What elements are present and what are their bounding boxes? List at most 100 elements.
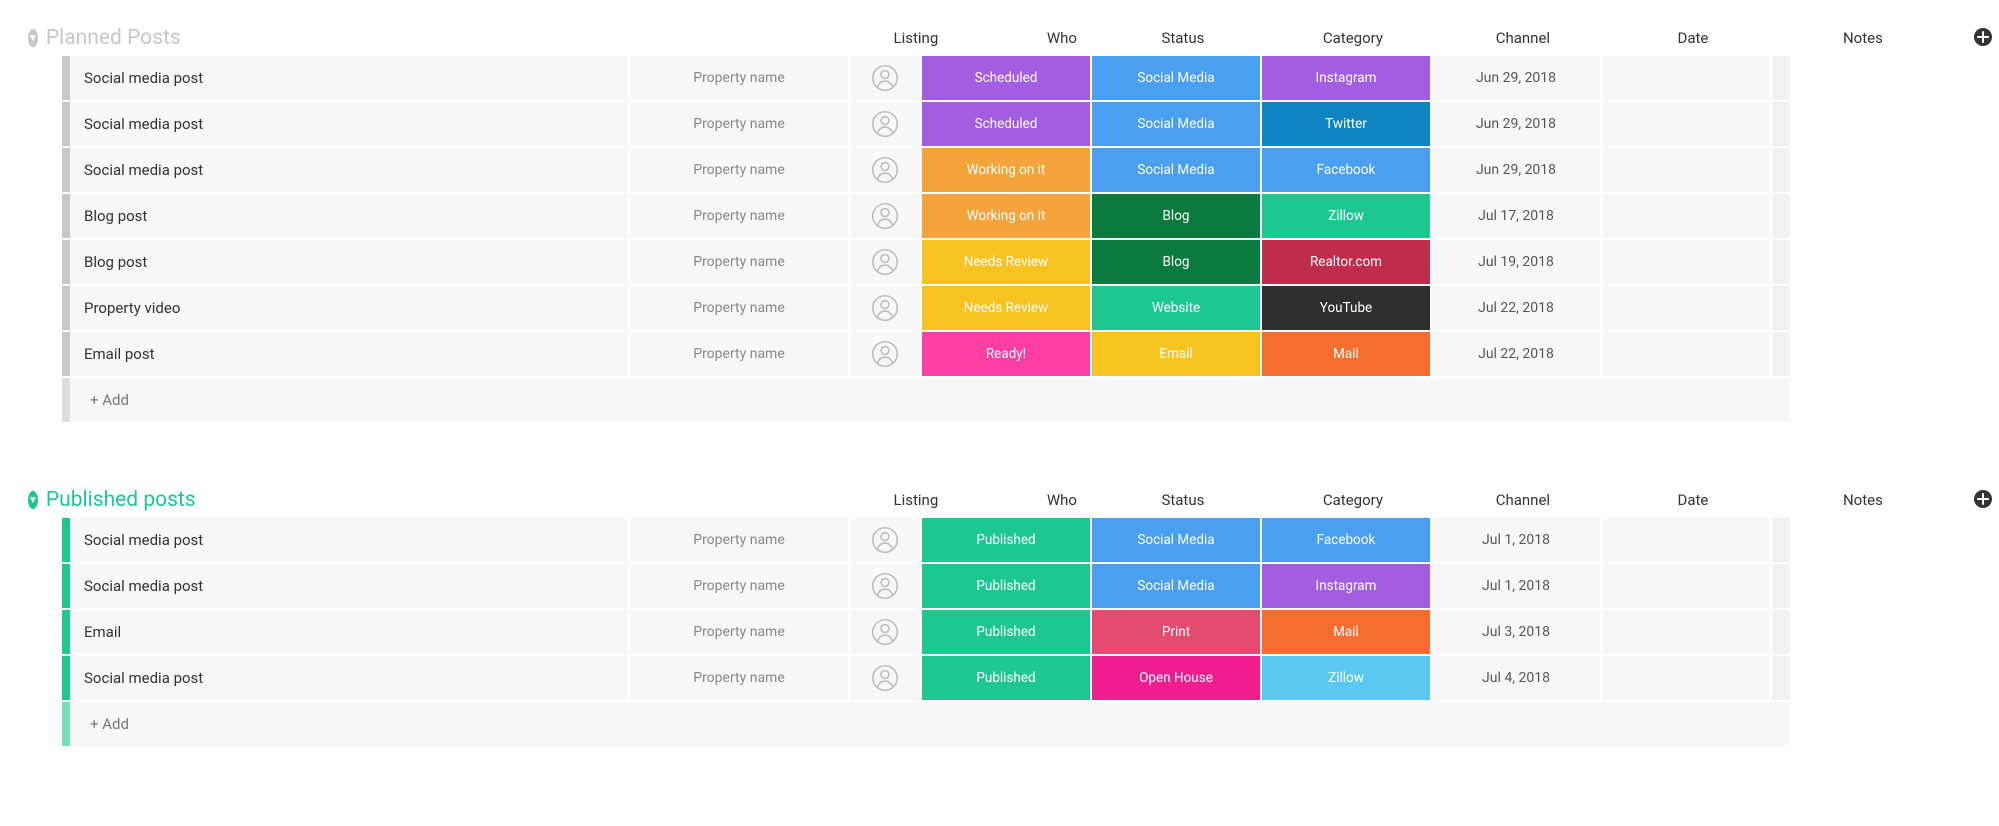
- cell-who[interactable]: [850, 148, 922, 192]
- cell-status[interactable]: Scheduled: [922, 56, 1092, 100]
- cell-listing[interactable]: Property name: [630, 286, 850, 330]
- cell-notes[interactable]: [1602, 102, 1772, 146]
- cell-who[interactable]: [850, 102, 922, 146]
- cell-who[interactable]: [850, 564, 922, 608]
- cell-name[interactable]: Blog post: [70, 240, 630, 284]
- cell-category[interactable]: Social Media: [1092, 56, 1262, 100]
- cell-status[interactable]: Published: [922, 518, 1092, 562]
- cell-status[interactable]: Needs Review: [922, 286, 1092, 330]
- cell-name[interactable]: Social media post: [70, 564, 630, 608]
- cell-status[interactable]: Working on it: [922, 148, 1092, 192]
- col-header-category[interactable]: Category: [1268, 29, 1438, 47]
- add-row-label[interactable]: + Add: [70, 702, 1792, 746]
- cell-channel[interactable]: Mail: [1262, 610, 1432, 654]
- cell-name[interactable]: Property video: [70, 286, 630, 330]
- col-header-category[interactable]: Category: [1268, 491, 1438, 509]
- cell-listing[interactable]: Property name: [630, 194, 850, 238]
- cell-name[interactable]: Email: [70, 610, 630, 654]
- add-row-label[interactable]: + Add: [70, 378, 1792, 422]
- cell-status[interactable]: Published: [922, 656, 1092, 700]
- cell-channel[interactable]: Realtor.com: [1262, 240, 1432, 284]
- table-row[interactable]: Blog postProperty nameNeeds ReviewBlogRe…: [62, 240, 1989, 284]
- cell-category[interactable]: Social Media: [1092, 518, 1262, 562]
- cell-listing[interactable]: Property name: [630, 610, 850, 654]
- cell-channel[interactable]: Instagram: [1262, 564, 1432, 608]
- table-row[interactable]: Social media postProperty name PublishedS…: [62, 564, 1989, 608]
- cell-who[interactable]: [850, 194, 922, 238]
- cell-category[interactable]: Website: [1092, 286, 1262, 330]
- cell-status[interactable]: Scheduled: [922, 102, 1092, 146]
- collapse-icon[interactable]: ▼: [28, 491, 38, 509]
- col-header-channel[interactable]: Channel: [1438, 491, 1608, 509]
- cell-name[interactable]: Social media post: [70, 518, 630, 562]
- table-row[interactable]: EmailProperty namePublishedPrintMailJul …: [62, 610, 1989, 654]
- cell-who[interactable]: [850, 286, 922, 330]
- cell-category[interactable]: Blog: [1092, 194, 1262, 238]
- group-title[interactable]: Planned Posts: [46, 26, 246, 50]
- col-header-notes[interactable]: Notes: [1778, 491, 1948, 509]
- add-column-button[interactable]: [1968, 27, 1998, 49]
- cell-channel[interactable]: Twitter: [1262, 102, 1432, 146]
- cell-name[interactable]: Social media post: [70, 656, 630, 700]
- col-header-channel[interactable]: Channel: [1438, 29, 1608, 47]
- cell-date[interactable]: Jul 3, 2018: [1432, 610, 1602, 654]
- cell-name[interactable]: Blog post: [70, 194, 630, 238]
- cell-date[interactable]: Jun 29, 2018: [1432, 102, 1602, 146]
- cell-category[interactable]: Social Media: [1092, 102, 1262, 146]
- cell-name[interactable]: Social media post: [70, 56, 630, 100]
- collapse-icon[interactable]: ▼: [28, 29, 38, 47]
- cell-notes[interactable]: [1602, 610, 1772, 654]
- col-header-listing[interactable]: Listing: [806, 491, 1026, 509]
- cell-notes[interactable]: [1602, 656, 1772, 700]
- cell-who[interactable]: [850, 56, 922, 100]
- col-header-who[interactable]: Who: [1026, 29, 1098, 47]
- add-row[interactable]: + Add: [62, 378, 1989, 422]
- table-row[interactable]: Email postProperty nameReady!EmailMailJu…: [62, 332, 1989, 376]
- cell-channel[interactable]: Facebook: [1262, 518, 1432, 562]
- cell-status[interactable]: Working on it: [922, 194, 1092, 238]
- cell-listing[interactable]: Property name: [630, 56, 850, 100]
- col-header-notes[interactable]: Notes: [1778, 29, 1948, 47]
- cell-channel[interactable]: Facebook: [1262, 148, 1432, 192]
- add-row[interactable]: + Add: [62, 702, 1989, 746]
- cell-notes[interactable]: [1602, 564, 1772, 608]
- cell-status[interactable]: Published: [922, 564, 1092, 608]
- col-header-listing[interactable]: Listing: [806, 29, 1026, 47]
- cell-category[interactable]: Email: [1092, 332, 1262, 376]
- table-row[interactable]: Property videoProperty name Needs ReviewW…: [62, 286, 1989, 330]
- cell-date[interactable]: Jul 4, 2018: [1432, 656, 1602, 700]
- cell-name[interactable]: Social media post: [70, 148, 630, 192]
- cell-listing[interactable]: Property name: [630, 564, 850, 608]
- col-header-date[interactable]: Date: [1608, 29, 1778, 47]
- cell-category[interactable]: Social Media: [1092, 564, 1262, 608]
- cell-category[interactable]: Blog: [1092, 240, 1262, 284]
- cell-listing[interactable]: Property name: [630, 656, 850, 700]
- cell-channel[interactable]: Instagram: [1262, 56, 1432, 100]
- cell-name[interactable]: Social media post: [70, 102, 630, 146]
- cell-date[interactable]: Jul 19, 2018: [1432, 240, 1602, 284]
- cell-who[interactable]: [850, 518, 922, 562]
- cell-notes[interactable]: [1602, 56, 1772, 100]
- table-row[interactable]: Social media postProperty name Working on…: [62, 148, 1989, 192]
- cell-listing[interactable]: Property name: [630, 332, 850, 376]
- cell-channel[interactable]: Zillow: [1262, 194, 1432, 238]
- cell-who[interactable]: [850, 610, 922, 654]
- cell-date[interactable]: Jul 22, 2018: [1432, 286, 1602, 330]
- table-row[interactable]: Social media postProperty name ScheduledS…: [62, 56, 1989, 100]
- cell-category[interactable]: Open House: [1092, 656, 1262, 700]
- cell-date[interactable]: Jun 29, 2018: [1432, 148, 1602, 192]
- cell-listing[interactable]: Property name: [630, 102, 850, 146]
- cell-notes[interactable]: [1602, 194, 1772, 238]
- cell-listing[interactable]: Property name: [630, 240, 850, 284]
- cell-listing[interactable]: Property name: [630, 148, 850, 192]
- cell-notes[interactable]: [1602, 332, 1772, 376]
- cell-channel[interactable]: Zillow: [1262, 656, 1432, 700]
- cell-who[interactable]: [850, 332, 922, 376]
- cell-category[interactable]: Social Media: [1092, 148, 1262, 192]
- cell-notes[interactable]: [1602, 286, 1772, 330]
- cell-channel[interactable]: YouTube: [1262, 286, 1432, 330]
- col-header-status[interactable]: Status: [1098, 29, 1268, 47]
- cell-date[interactable]: Jul 17, 2018: [1432, 194, 1602, 238]
- col-header-who[interactable]: Who: [1026, 491, 1098, 509]
- col-header-date[interactable]: Date: [1608, 491, 1778, 509]
